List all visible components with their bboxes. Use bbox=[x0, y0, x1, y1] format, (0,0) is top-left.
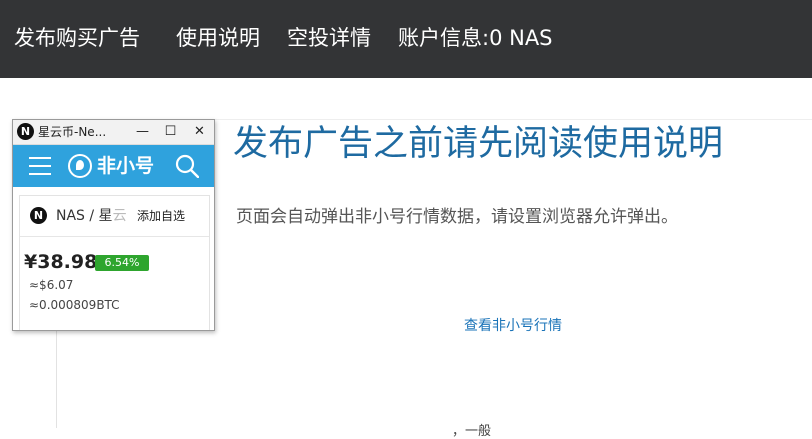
nas-coin-icon: N bbox=[30, 207, 47, 224]
window-titlebar[interactable]: N 星云币-Ne... — ☐ ✕ bbox=[13, 120, 214, 145]
coin-card: N NAS / 星云 添加自选 ¥38.98 6.54% ≈$6.07 ≈0.0… bbox=[19, 195, 210, 330]
feixiaohao-logo-icon bbox=[68, 154, 92, 178]
add-favorite-button[interactable]: 添加自选 bbox=[135, 207, 186, 225]
trading-pair: NAS / 星云 bbox=[56, 207, 127, 225]
market-popup-window[interactable]: N 星云币-Ne... — ☐ ✕ 非小号 N NAS / 星云 添加自选 ¥3… bbox=[12, 119, 215, 331]
nebulas-logo-icon: N bbox=[17, 123, 34, 140]
view-market-link[interactable]: 查看非小号行情 bbox=[464, 315, 562, 337]
price-usd: ≈$6.07 bbox=[29, 278, 74, 292]
nav-airdrop-details[interactable]: 空投详情 bbox=[287, 22, 371, 54]
popup-notice-text: 页面会自动弹出非小号行情数据，请设置浏览器允许弹出。 bbox=[236, 207, 678, 227]
price-btc: ≈0.000809BTC bbox=[29, 298, 120, 312]
top-nav-bar: 发布购买广告 使用说明 空投详情 账户信息:0 NAS bbox=[0, 0, 812, 78]
minimize-button[interactable]: — bbox=[129, 120, 156, 144]
nav-account-info[interactable]: 账户信息:0 NAS bbox=[398, 22, 553, 54]
window-title: 星云币-Ne... bbox=[38, 125, 107, 139]
maximize-button[interactable]: ☐ bbox=[157, 120, 184, 144]
search-icon[interactable] bbox=[175, 154, 199, 178]
left-border-line bbox=[56, 330, 57, 428]
brand-name: 非小号 bbox=[97, 155, 155, 177]
page-headline: 发布广告之前请先阅读使用说明 bbox=[233, 124, 724, 164]
menu-icon[interactable] bbox=[29, 157, 51, 175]
pair-label: NAS / 星 bbox=[56, 208, 113, 224]
price-cny: ¥38.98 bbox=[24, 251, 98, 273]
change-badge: 6.54% bbox=[95, 255, 149, 271]
pair-label-cut: 云 bbox=[112, 208, 127, 224]
nav-post-buy-ad[interactable]: 发布购买广告 bbox=[14, 22, 140, 54]
pair-row: N NAS / 星云 添加自选 bbox=[20, 196, 209, 237]
app-header: 非小号 bbox=[13, 145, 214, 187]
partial-text: ，一般 bbox=[452, 424, 492, 439]
nav-instructions[interactable]: 使用说明 bbox=[176, 22, 260, 54]
close-button[interactable]: ✕ bbox=[186, 120, 213, 144]
